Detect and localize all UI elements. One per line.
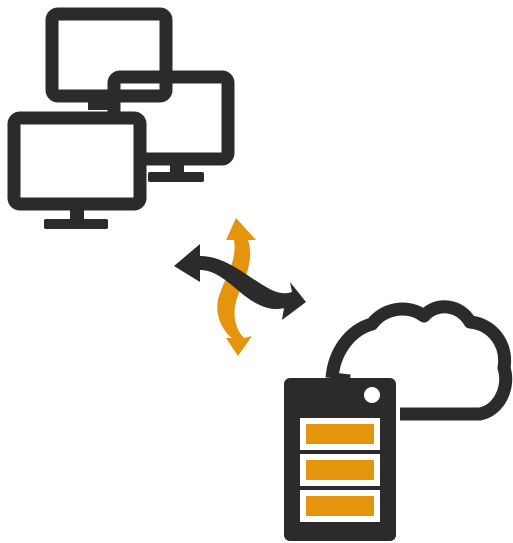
monitor-icon [7, 111, 147, 229]
sync-arrows-icon [174, 218, 306, 356]
diagram-canvas [7, 7, 513, 541]
network-sync-diagram [0, 0, 513, 543]
server-icon [284, 378, 396, 541]
